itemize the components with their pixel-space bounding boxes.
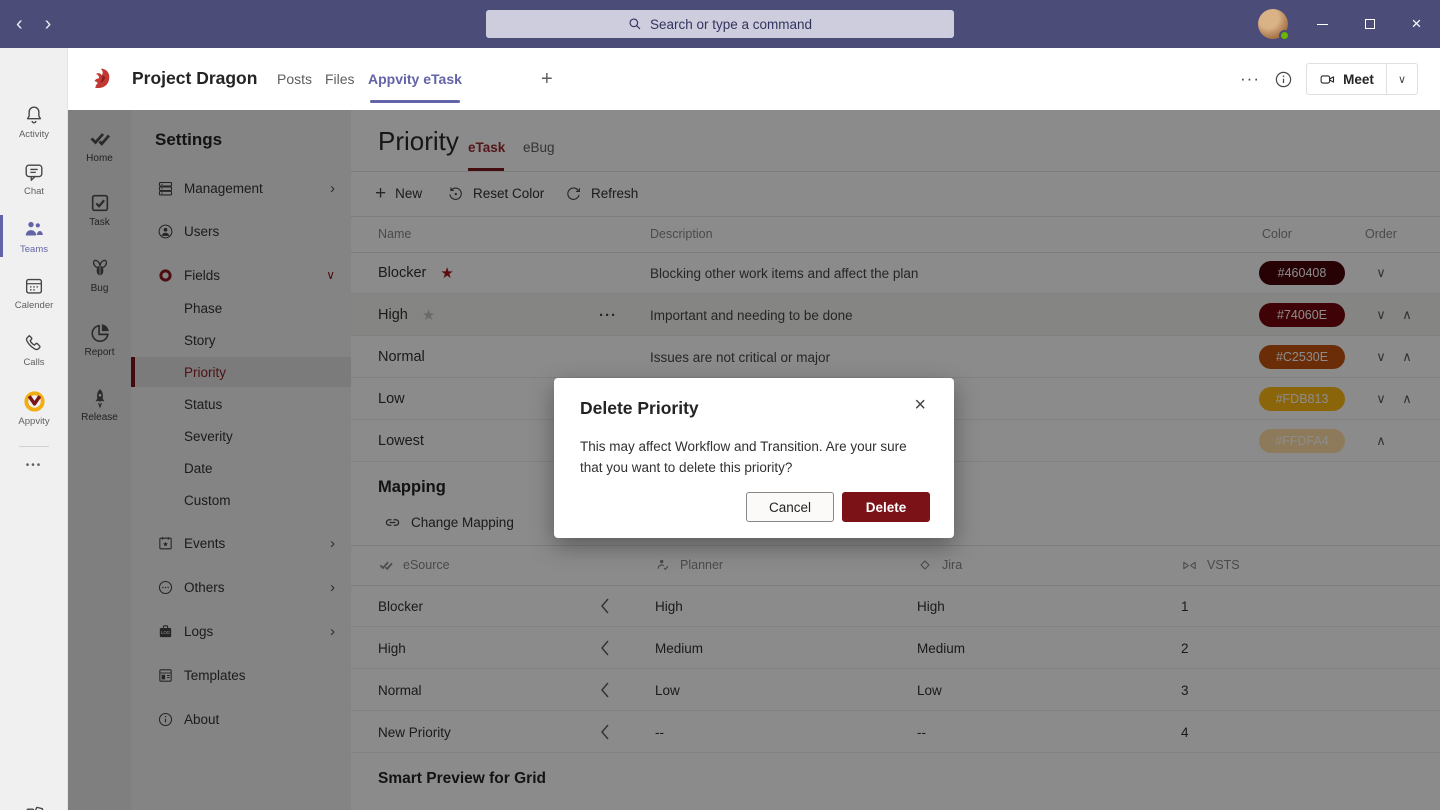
tab-files[interactable]: Files — [325, 48, 355, 110]
close-icon[interactable]: × — [908, 392, 932, 419]
meet-button[interactable]: Meet — [1307, 64, 1387, 94]
dialog-message: This may affect Workflow and Transition.… — [580, 436, 930, 478]
calendar-icon — [23, 275, 45, 297]
sidebar-item-appvity[interactable]: Appvity — [0, 380, 68, 434]
sidebar-item-chat[interactable]: Chat — [0, 152, 68, 206]
sidebar-item-teams[interactable]: Teams — [0, 209, 68, 263]
bell-icon — [23, 104, 45, 126]
search-input[interactable]: Search or type a command — [486, 10, 954, 38]
meet-dropdown-button[interactable]: ∨ — [1387, 64, 1417, 94]
sidebar-item-activity[interactable]: Activity — [0, 95, 68, 149]
dialog-title: Delete Priority — [580, 398, 699, 419]
maximize-button[interactable] — [1346, 0, 1393, 48]
tab-posts[interactable]: Posts — [277, 48, 312, 110]
minimize-button[interactable] — [1299, 0, 1346, 48]
camera-icon — [1319, 71, 1336, 88]
search-icon — [628, 17, 642, 31]
nav-forward-button[interactable]: › — [41, 14, 56, 34]
rail-divider — [19, 446, 49, 447]
appvity-logo — [22, 388, 47, 413]
search-placeholder: Search or type a command — [650, 17, 812, 32]
maximize-icon — [1365, 19, 1375, 29]
sidebar-item-apps[interactable]: Apps — [0, 796, 68, 810]
apps-icon — [23, 805, 45, 810]
channel-header: Project Dragon Posts Files Appvity eTask… — [68, 48, 1440, 110]
nav-back-button[interactable]: ‹ — [12, 14, 27, 34]
info-icon[interactable] — [1274, 70, 1293, 89]
teams-icon — [22, 217, 46, 241]
delete-button[interactable]: Delete — [842, 492, 930, 522]
sidebar-item-calls[interactable]: Calls — [0, 323, 68, 377]
tab-appvity-etask[interactable]: Appvity eTask — [368, 48, 462, 110]
meet-split-button: Meet ∨ — [1306, 63, 1418, 95]
avatar[interactable] — [1258, 9, 1288, 39]
teams-sidebar: Activity Chat Teams Calender Calls Appvi… — [0, 48, 68, 810]
channel-more-menu[interactable]: ··· — [1240, 48, 1260, 110]
add-tab-button[interactable]: + — [541, 48, 553, 110]
sidebar-item-calendar[interactable]: Calender — [0, 266, 68, 320]
phone-icon — [23, 332, 45, 354]
more-apps-button[interactable]: ••• — [0, 460, 68, 471]
delete-priority-dialog: Delete Priority × This may affect Workfl… — [554, 378, 954, 538]
team-logo-phoenix — [88, 65, 115, 92]
minimize-icon — [1317, 24, 1328, 25]
status-available-dot — [1279, 30, 1290, 41]
titlebar: ‹ › Search or type a command × — [0, 0, 1440, 48]
chat-icon — [23, 161, 45, 183]
close-button[interactable]: × — [1393, 0, 1440, 48]
cancel-button[interactable]: Cancel — [746, 492, 834, 522]
team-name: Project Dragon — [132, 68, 257, 89]
